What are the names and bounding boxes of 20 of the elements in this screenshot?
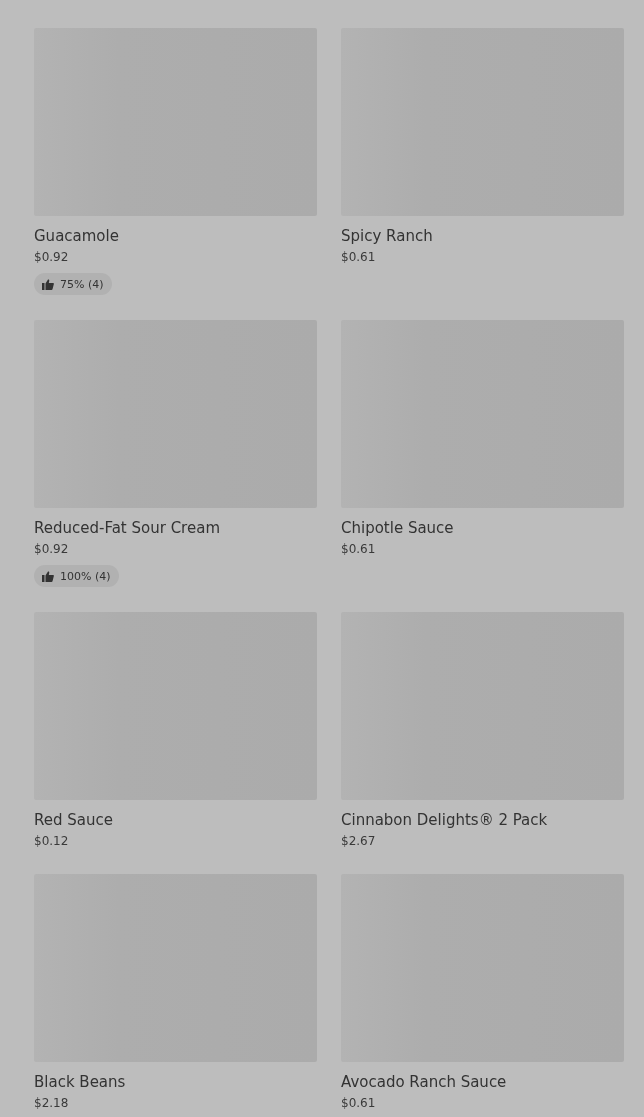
item-price: $2.18 — [34, 1096, 69, 1111]
item-name[interactable]: Avocado Ranch Sauce — [341, 1073, 507, 1092]
item-name[interactable]: Chipotle Sauce — [341, 519, 454, 538]
rating-text: 75% (4) — [60, 277, 104, 291]
item-name[interactable]: Black Beans — [34, 1073, 126, 1092]
rating-text: 100% (4) — [60, 569, 111, 583]
thumbs-up-icon — [42, 278, 54, 290]
item-name[interactable]: Spicy Ranch — [341, 227, 433, 246]
item-price: $0.92 — [34, 542, 69, 557]
item-name[interactable]: Reduced-Fat Sour Cream — [34, 519, 220, 538]
item-name[interactable]: Red Sauce — [34, 811, 113, 830]
item-price: $0.61 — [341, 250, 376, 265]
thumbs-up-icon — [42, 570, 54, 582]
item-price: $0.61 — [341, 542, 376, 557]
item-name[interactable]: Cinnabon Delights® 2 Pack — [341, 811, 548, 830]
item-price: $0.61 — [341, 1096, 376, 1111]
item-price: $0.92 — [34, 250, 69, 265]
item-name[interactable]: Guacamole — [34, 227, 119, 246]
item-price: $0.12 — [34, 834, 69, 849]
item-price: $2.67 — [341, 834, 376, 849]
